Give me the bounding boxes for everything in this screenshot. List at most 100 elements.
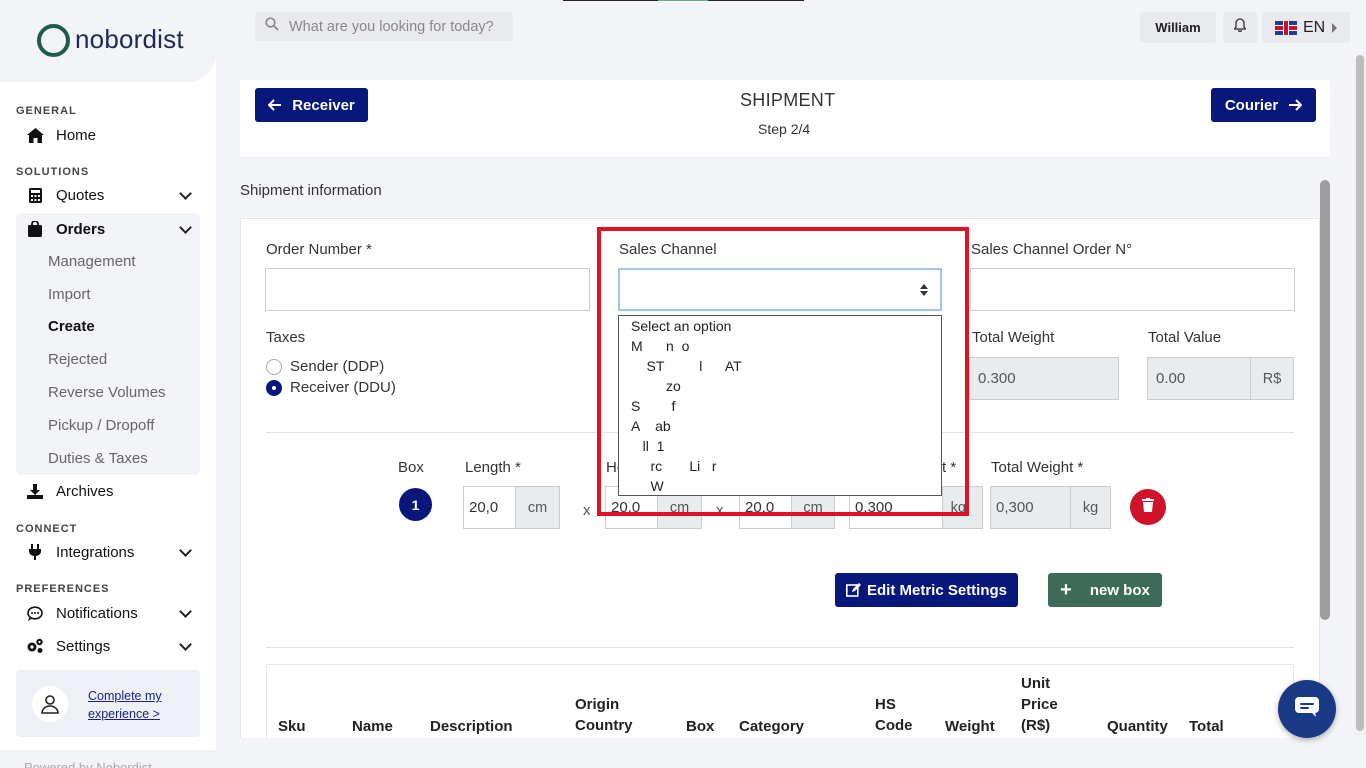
times-sign: x [583, 502, 591, 519]
sidebar-item-rejected[interactable]: Rejected [48, 351, 107, 368]
sidebar-item-import[interactable]: Import [48, 286, 91, 303]
form-scrollbar[interactable] [1320, 180, 1330, 620]
bell-icon [1233, 18, 1247, 37]
th-box: Box [686, 718, 715, 735]
top-progress-strip [563, 0, 804, 1]
tax-option-ddp[interactable]: Sender (DDP) [266, 358, 384, 375]
tax-option-ddp-label: Sender (DDP) [290, 358, 385, 375]
profile-box: Complete my experience > [16, 670, 200, 737]
total-weight-unit: kg [1070, 486, 1111, 529]
sidebar-item-pickup-dropoff[interactable]: Pickup / Dropoff [48, 417, 154, 434]
highlight-box [597, 227, 969, 516]
sidebar-item-duties-taxes[interactable]: Duties & Taxes [48, 450, 148, 467]
th-hs-code: HS Code [875, 696, 913, 734]
box-total-weight-field: 0,300 [990, 486, 1071, 529]
box-label: Box [398, 459, 424, 476]
tax-option-ddu[interactable]: Receiver (DDU) [266, 379, 396, 396]
profile-link-line-2: experience > [88, 707, 160, 721]
user-icon [32, 686, 68, 722]
page-scrollbar[interactable] [1354, 55, 1366, 735]
section-solutions: SOLUTIONS [16, 166, 90, 178]
section-preferences: PREFERENCES [16, 583, 110, 595]
chat-icon [1294, 696, 1320, 723]
next-courier-button[interactable]: Courier [1211, 88, 1316, 122]
radio-ddp[interactable] [266, 358, 282, 375]
search-bar[interactable] [255, 12, 513, 41]
sidebar-item-archives-label: Archives [56, 482, 114, 500]
logo-icon [37, 24, 70, 57]
tax-option-ddu-label: Receiver (DDU) [290, 379, 396, 396]
calculator-icon [26, 186, 44, 204]
download-icon [26, 482, 44, 500]
th-category: Category [739, 718, 805, 735]
chevron-down-icon [179, 187, 192, 200]
language-label: EN [1303, 18, 1326, 36]
length-unit: cm [515, 486, 560, 529]
caret-right-icon [1332, 22, 1338, 33]
chevron-down-icon [179, 605, 192, 618]
search-icon [265, 17, 279, 36]
new-box-button[interactable]: + new box [1048, 573, 1162, 607]
sidebar-item-home[interactable]: Home [16, 119, 200, 151]
sidebar-item-archives[interactable]: Archives [16, 475, 200, 507]
delete-box-button[interactable] [1130, 489, 1166, 525]
sidebar-item-quotes-label: Quotes [56, 186, 105, 204]
chat-support-button[interactable] [1278, 680, 1336, 738]
total-weight-label: Total Weight [972, 329, 1055, 346]
th-origin-country: Origin Country [575, 696, 633, 734]
user-menu-button[interactable]: William [1140, 12, 1216, 43]
edit-icon [845, 583, 861, 597]
sidebar-item-orders[interactable]: Orders [16, 213, 200, 245]
chevron-down-icon [179, 221, 192, 234]
sidebar-item-reverse-volumes[interactable]: Reverse Volumes [48, 384, 166, 401]
sidebar-item-home-label: Home [56, 126, 97, 144]
trash-icon [1142, 497, 1154, 517]
profile-link-line-1: Complete my [88, 689, 162, 703]
plus-icon: + [1060, 579, 1072, 601]
sidebar-item-management[interactable]: Management [48, 253, 136, 270]
plug-icon [26, 543, 44, 561]
search-input[interactable] [289, 18, 499, 35]
sidebar-item-integrations[interactable]: Integrations [16, 536, 200, 568]
footer-band [216, 738, 1366, 768]
logo[interactable]: nobordist [0, 0, 216, 82]
complete-experience-link[interactable]: Complete my experience > [88, 687, 162, 723]
length-label: Length * [465, 459, 521, 476]
uk-flag-icon [1275, 20, 1297, 35]
shipment-info-heading: Shipment information [240, 182, 382, 199]
order-number-input[interactable] [265, 268, 590, 311]
sidebar-item-integrations-label: Integrations [56, 543, 135, 561]
arrow-left-icon [268, 99, 282, 111]
chevron-down-icon [179, 638, 192, 651]
currency-addon: R$ [1250, 357, 1294, 400]
section-general: GENERAL [16, 105, 77, 117]
sidebar-item-settings-label: Settings [56, 637, 111, 655]
th-sku: Sku [278, 718, 306, 735]
sidebar-item-settings[interactable]: Settings [16, 630, 200, 662]
home-icon [26, 126, 44, 144]
total-value-label: Total Value [1148, 329, 1222, 346]
length-input[interactable]: 20,0 [463, 486, 516, 529]
sales-channel-order-input[interactable] [970, 268, 1295, 311]
language-selector[interactable]: EN [1262, 12, 1350, 43]
sidebar-item-quotes[interactable]: Quotes [16, 179, 200, 211]
step-title: SHIPMENT [740, 90, 836, 110]
box-number-badge: 1 [399, 488, 432, 521]
shopping-bag-icon [26, 220, 44, 238]
logo-text: nobordist [75, 24, 184, 54]
sidebar-item-notifications[interactable]: Notifications [16, 597, 200, 629]
edit-metric-settings-button[interactable]: Edit Metric Settings [835, 573, 1018, 607]
th-unit-price: Unit Price (R$) [1021, 675, 1058, 734]
chevron-down-icon [179, 544, 192, 557]
sidebar-item-create[interactable]: Create [48, 318, 95, 335]
th-name: Name [352, 718, 393, 735]
gears-icon [26, 637, 44, 655]
box-total-weight-label: Total Weight * [991, 459, 1084, 476]
divider [266, 647, 1294, 648]
next-button-label: Courier [1224, 96, 1279, 114]
scrollbar-thumb[interactable] [1356, 55, 1364, 731]
back-receiver-button[interactable]: Receiver [255, 88, 368, 122]
notifications-button[interactable] [1223, 12, 1257, 43]
new-box-label: new box [1089, 581, 1150, 599]
radio-ddu[interactable] [266, 379, 282, 396]
